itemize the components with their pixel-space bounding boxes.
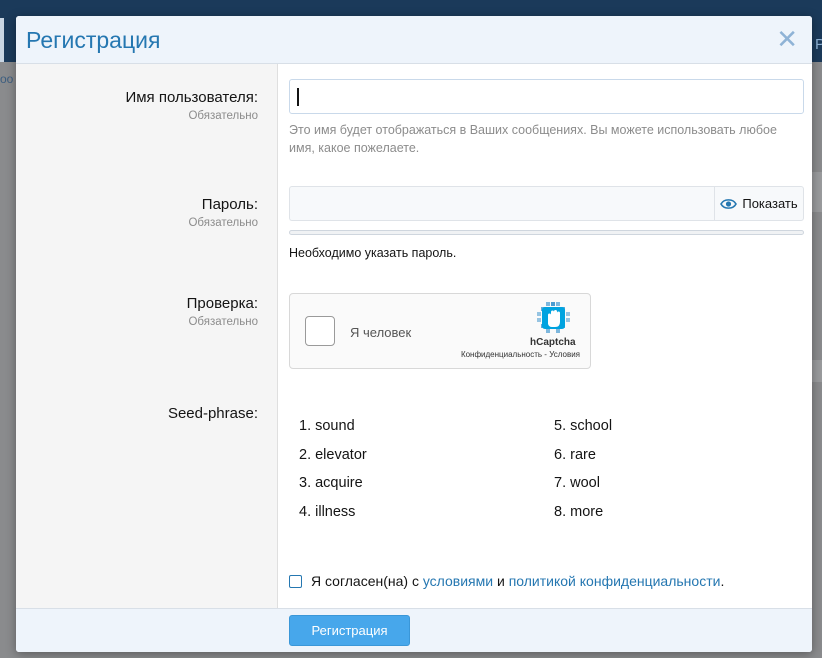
modal-title: Регистрация (26, 27, 161, 53)
seed-word: 5. school (554, 418, 613, 434)
show-password-label: Показать (742, 196, 798, 211)
background-nav-letter: Р (815, 36, 822, 53)
seed-word: 6. rare (554, 446, 596, 463)
privacy-link[interactable]: политикой конфиденциальности (509, 573, 721, 589)
seed-words-left: 1. sound 2. elevator 3. acquire 4. illne… (299, 412, 367, 527)
close-icon[interactable]: ✕ (776, 25, 798, 53)
username-required: Обязательно (188, 110, 258, 122)
eye-icon (720, 198, 738, 209)
text-caret (297, 88, 299, 106)
agree-middle: и (493, 573, 509, 589)
terms-link[interactable]: условиями (423, 573, 493, 589)
username-input[interactable] (289, 79, 804, 114)
agreement-row: Я согласен(на) с условиями и политикой к… (289, 573, 724, 589)
seed-word: 2. elevator (299, 446, 367, 463)
background-edge-block (812, 172, 822, 212)
hcaptcha-logo-icon (537, 302, 570, 333)
agree-text: Я согласен(на) с условиями и политикой к… (311, 573, 724, 589)
background-strip-text: оо (0, 72, 14, 86)
captcha-links[interactable]: Конфиденциальность - Условия (461, 350, 580, 359)
agree-checkbox[interactable] (289, 574, 302, 588)
modal-body: Имя пользователя: Обязательно Это имя бу… (16, 64, 812, 608)
seed-word: 3. acquire (299, 475, 363, 492)
username-label-group: Имя пользователя: Обязательно (16, 89, 268, 122)
password-label-group: Пароль: Обязательно (16, 196, 268, 229)
seed-word: 8. more (554, 504, 604, 521)
hcaptcha-widget: Я человек hCaptcha Конфиденциальность - … (289, 293, 591, 369)
modal-footer: Регистрация (16, 608, 812, 652)
seed-label: Seed-phrase: (167, 405, 258, 422)
agree-suffix: . (720, 573, 725, 589)
background-edge-block (812, 360, 822, 382)
username-label: Имя пользователя: (125, 89, 258, 106)
seed-words-right: 5. school 6. rare 7. wool 8. more (554, 412, 612, 527)
captcha-checkbox-label: Я человек (350, 325, 412, 340)
password-note: Необходимо указать пароль. (289, 246, 457, 260)
captcha-brand: hCaptcha (530, 337, 576, 348)
seed-word: 4. illness (299, 504, 356, 521)
password-strength-meter (289, 230, 804, 235)
modal-header: Регистрация ✕ (16, 16, 812, 64)
captcha-label: Проверка: (186, 295, 258, 312)
seed-word: 7. wool (554, 475, 600, 492)
captcha-checkbox[interactable] (305, 316, 335, 346)
seed-label-group: Seed-phrase: (16, 405, 268, 422)
register-button[interactable]: Регистрация (289, 615, 410, 646)
password-required: Обязательно (188, 217, 258, 229)
password-label: Пароль: (201, 196, 258, 213)
show-password-button[interactable]: Показать (714, 186, 804, 221)
username-hint: Это имя будет отображаться в Ваших сообщ… (289, 123, 777, 155)
registration-modal: Регистрация ✕ Имя пользователя: Обязател… (16, 16, 812, 652)
password-input[interactable] (289, 186, 715, 221)
label-column (16, 64, 278, 608)
seed-word: 1. sound (299, 418, 355, 434)
captcha-label-group: Проверка: Обязательно (16, 295, 268, 328)
background-nav-tab (0, 18, 4, 62)
captcha-required: Обязательно (188, 316, 258, 328)
agree-prefix: Я согласен(на) с (311, 573, 423, 589)
